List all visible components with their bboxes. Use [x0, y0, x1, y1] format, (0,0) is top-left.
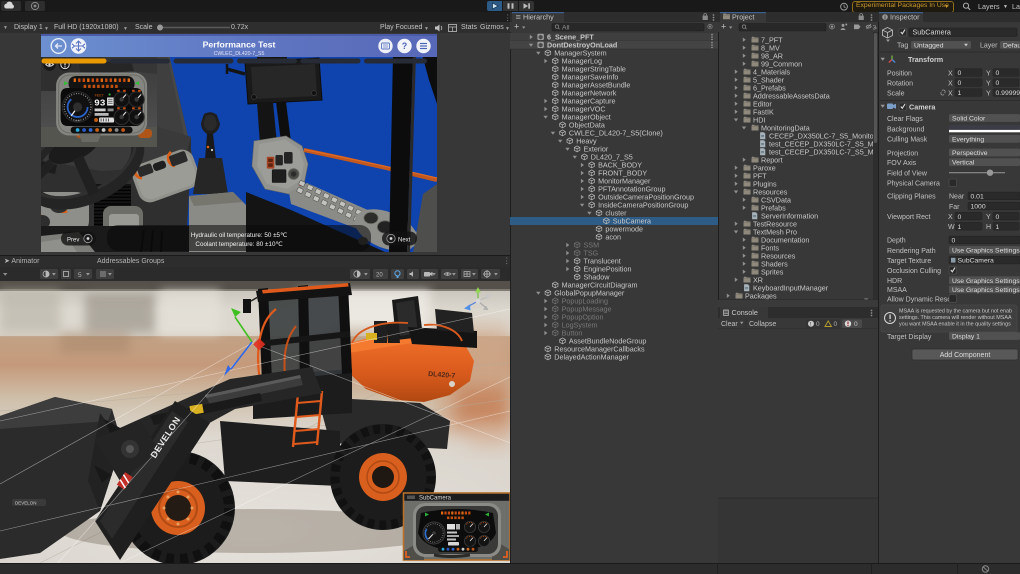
svg-text:Near: Near: [949, 194, 965, 201]
svg-text:X: X: [948, 214, 953, 221]
svg-text:0.99999: 0.99999: [996, 90, 1020, 97]
svg-text:Performance Test: Performance Test: [203, 40, 276, 50]
svg-text:Clear: Clear: [721, 321, 738, 328]
svg-text:0: 0: [958, 214, 962, 221]
svg-text:Far: Far: [949, 204, 960, 211]
svg-text:5: 5: [78, 272, 82, 279]
svg-text:Inspector: Inspector: [890, 13, 920, 22]
svg-text:X: X: [948, 70, 953, 77]
svg-text:+: +: [514, 22, 519, 32]
svg-text:Scale: Scale: [887, 90, 905, 97]
svg-text:Default: Default: [1003, 42, 1020, 49]
svg-text:Hydraulic oil temperature: 50: Hydraulic oil temperature: 50 ±5℃: [191, 232, 287, 239]
svg-text:0: 0: [958, 80, 962, 87]
svg-text:H: H: [986, 224, 991, 231]
svg-text:MSAA is requested by the camer: MSAA is requested by the camera but not …: [899, 309, 1012, 315]
svg-text:Display 1: Display 1: [952, 334, 980, 341]
svg-text:SubCamera: SubCamera: [419, 496, 452, 502]
svg-text:acon: acon: [605, 233, 621, 242]
svg-text:W: W: [948, 224, 955, 231]
svg-text:Console: Console: [732, 308, 758, 317]
svg-text:0.01: 0.01: [971, 194, 984, 201]
svg-text:Hierarchy: Hierarchy: [523, 13, 554, 22]
svg-text:Target Texture: Target Texture: [887, 258, 931, 265]
svg-text:All: All: [562, 24, 570, 31]
svg-text:Sprites: Sprites: [761, 267, 784, 276]
svg-text:Y: Y: [986, 90, 991, 97]
svg-text:Layer: Layer: [980, 43, 998, 50]
svg-text:Vertical: Vertical: [952, 160, 975, 167]
svg-text:Use Graphics Settings: Use Graphics Settings: [952, 287, 1020, 294]
svg-text:X: X: [948, 80, 953, 87]
svg-text:X: X: [948, 90, 953, 97]
svg-text:1: 1: [958, 90, 962, 97]
svg-text:FOV Axis: FOV Axis: [887, 160, 917, 167]
svg-text:Untagged: Untagged: [914, 42, 944, 49]
svg-text:Background: Background: [887, 127, 924, 134]
svg-text:Culling Mask: Culling Mask: [887, 137, 928, 144]
svg-text:0: 0: [854, 321, 858, 328]
svg-text:Depth: Depth: [887, 238, 906, 245]
svg-text:settings. This camera will ren: settings. This camera will render withou…: [899, 315, 1012, 321]
svg-text:0: 0: [816, 321, 820, 328]
svg-text:Y: Y: [986, 214, 991, 221]
svg-text:Y: Y: [986, 80, 991, 87]
svg-text:20: 20: [376, 273, 383, 279]
svg-text:Physical Camera: Physical Camera: [887, 181, 940, 188]
svg-text:Occlusion Culling: Occlusion Culling: [887, 268, 941, 275]
svg-text:Everything: Everything: [952, 136, 984, 143]
svg-text:1: 1: [958, 224, 962, 231]
svg-text:Viewport Rect: Viewport Rect: [887, 214, 931, 221]
svg-text:0: 0: [834, 321, 838, 328]
svg-text:DelayedActionManager: DelayedActionManager: [554, 353, 629, 362]
svg-text:?: ?: [402, 41, 408, 51]
svg-text:Projection: Projection: [887, 150, 918, 157]
svg-text:Allow Dynamic Resolu: Allow Dynamic Resolu: [887, 296, 957, 303]
svg-text:Collapse: Collapse: [749, 321, 776, 328]
svg-text:Camera: Camera: [909, 103, 936, 112]
svg-text:Target Display: Target Display: [887, 334, 932, 341]
svg-text:HDR: HDR: [887, 278, 902, 285]
svg-text:you want MSAA enable it in the: you want MSAA enable it in the quality s…: [899, 322, 1011, 328]
svg-text:Coolant temperature: 80 ±10℃: Coolant temperature: 80 ±10℃: [195, 241, 282, 248]
svg-text:SubCamera: SubCamera: [913, 28, 951, 37]
svg-text:SubCamera: SubCamera: [958, 258, 994, 265]
svg-text:1000: 1000: [971, 204, 986, 211]
svg-text:0: 0: [996, 214, 1000, 221]
svg-text:0: 0: [958, 70, 962, 77]
svg-text:Prev: Prev: [67, 238, 79, 244]
svg-text:Transform: Transform: [908, 55, 943, 64]
svg-text:Field of View: Field of View: [887, 171, 928, 178]
svg-text:Perspective: Perspective: [952, 150, 988, 157]
svg-text:93: 93: [94, 98, 106, 109]
svg-text:0: 0: [952, 238, 956, 245]
svg-text:Next: Next: [398, 238, 411, 244]
svg-text:Use Graphics Settings: Use Graphics Settings: [952, 248, 1020, 255]
svg-text:Use Graphics Settings: Use Graphics Settings: [952, 278, 1020, 285]
svg-text:Clear Flags: Clear Flags: [887, 116, 923, 123]
svg-text:+: +: [721, 22, 726, 32]
svg-text:Packages: Packages: [745, 291, 777, 300]
svg-text:Add Component: Add Component: [940, 352, 991, 359]
svg-text:CWLEC_DL420-7_S5: CWLEC_DL420-7_S5: [214, 51, 265, 57]
svg-text:Y: Y: [986, 70, 991, 77]
svg-text:Solid Color: Solid Color: [952, 116, 986, 123]
svg-text:km/h: km/h: [75, 119, 81, 123]
svg-text:Position: Position: [887, 70, 912, 77]
svg-text:0: 0: [996, 70, 1000, 77]
svg-text:MSAA: MSAA: [887, 287, 907, 294]
svg-text:Clipping Planes: Clipping Planes: [887, 194, 936, 201]
svg-text:Rendering Path: Rendering Path: [887, 248, 936, 255]
svg-text:0: 0: [996, 80, 1000, 87]
svg-text:1: 1: [996, 224, 1000, 231]
svg-text:test_CECEP_DX350LC-7_S5_Monito: test_CECEP_DX350LC-7_S5_Monitoring: [769, 147, 878, 156]
svg-text:Rotation: Rotation: [887, 80, 913, 87]
svg-text:Tag: Tag: [897, 43, 908, 50]
svg-text:Project: Project: [732, 13, 754, 22]
svg-text:DEVELON: DEVELON: [15, 501, 37, 506]
